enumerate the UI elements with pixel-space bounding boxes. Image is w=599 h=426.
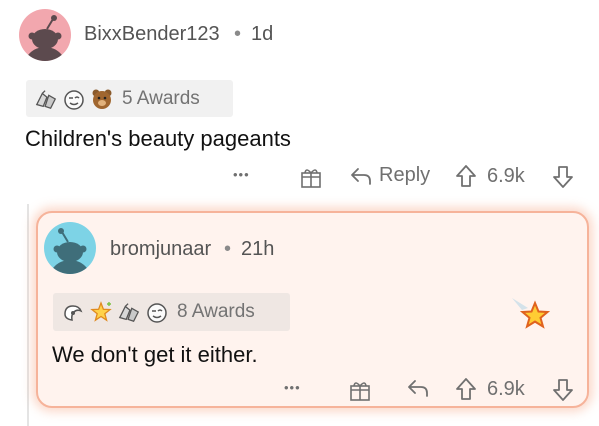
comment-body: We don't get it either. <box>52 342 258 367</box>
awards-chip[interactable]: 5 Awards <box>26 80 233 117</box>
downvote-icon <box>553 379 573 401</box>
score: 6.9k <box>487 164 525 187</box>
reply-button[interactable] <box>406 377 430 399</box>
reply-arrow-icon <box>408 380 428 397</box>
avatar[interactable] <box>19 9 71 61</box>
reply-button[interactable]: Reply <box>349 164 430 187</box>
hug-award-icon <box>61 300 85 324</box>
bear-award-icon <box>90 87 114 111</box>
timestamp: 1d <box>251 23 274 45</box>
upvote-icon[interactable] <box>455 164 477 188</box>
score: 6.9k <box>487 377 525 400</box>
downvote-button[interactable] <box>552 378 574 402</box>
silver-hands-award-icon <box>117 300 141 324</box>
awards-chip[interactable]: 8 Awards <box>53 293 290 331</box>
avatar[interactable] <box>44 222 96 274</box>
more-icon: ••• <box>233 167 250 182</box>
username[interactable]: BixxBender123 <box>84 23 220 46</box>
awards-count: 8 Awards <box>177 301 255 322</box>
silver-hands-award-icon <box>34 87 58 111</box>
thread-line[interactable] <box>27 204 29 426</box>
wink-face-award-icon <box>62 87 86 111</box>
snoo-avatar-icon <box>49 228 91 274</box>
snoo-avatar-icon <box>24 15 66 61</box>
separator-dot: • <box>234 23 242 45</box>
star-award-icon <box>510 294 556 341</box>
reply-arrow-icon <box>351 167 371 185</box>
sparkle-star-award-icon <box>89 300 113 324</box>
downvote-icon <box>553 166 573 188</box>
reply-label: Reply <box>379 164 431 186</box>
username[interactable]: bromjunaar <box>110 238 211 261</box>
downvote-button[interactable] <box>552 165 574 189</box>
more-options-button[interactable]: ••• <box>233 167 250 182</box>
give-award-button[interactable] <box>348 378 372 402</box>
wink-face-award-icon <box>145 300 169 324</box>
awards-count: 5 Awards <box>122 87 200 109</box>
give-award-button[interactable] <box>299 165 323 189</box>
separator-dot: • <box>224 238 232 260</box>
timestamp: 21h <box>241 238 275 260</box>
comment-body: Children's beauty pageants <box>25 126 291 151</box>
gift-icon <box>301 169 321 188</box>
upvote-icon[interactable] <box>455 377 477 401</box>
more-icon: ••• <box>284 380 301 395</box>
gift-icon <box>350 382 370 401</box>
more-options-button[interactable]: ••• <box>284 380 301 395</box>
